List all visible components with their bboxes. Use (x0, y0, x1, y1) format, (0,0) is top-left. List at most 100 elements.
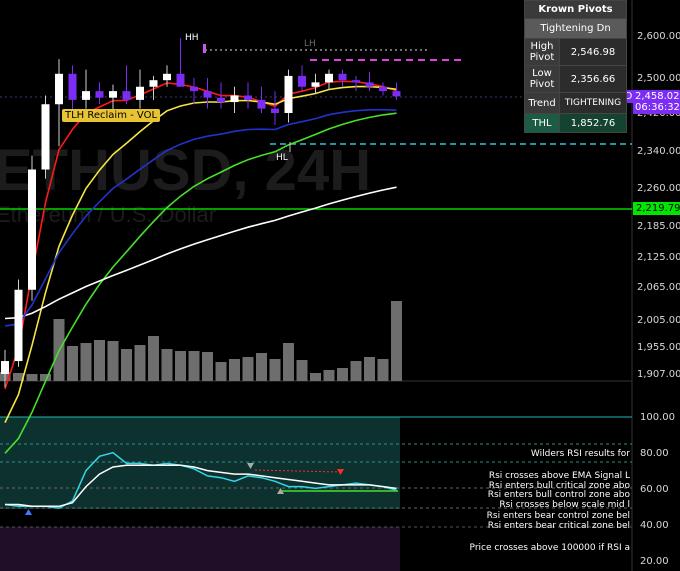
last-price-value: 2,458.02 (635, 91, 680, 102)
candle-body (122, 91, 131, 100)
candle-body (82, 91, 90, 100)
rsi-tick-label: 80.00 (640, 448, 669, 459)
price-tick-label: 2,600.00 (637, 31, 680, 42)
volume-bar (256, 353, 267, 381)
candle-body (271, 108, 279, 113)
volume-bar (148, 336, 159, 381)
candle-body (338, 73, 347, 81)
volume-bar (323, 370, 335, 381)
volume-bar (80, 343, 92, 381)
rsi-tick-label: 40.00 (640, 520, 669, 531)
price-tick-label: 2,005.00 (637, 315, 680, 326)
candle-body (230, 95, 239, 103)
candle-body (109, 91, 117, 98)
price-tick-label: 1,907.00 (637, 369, 680, 380)
candle-body (28, 169, 36, 290)
rsi-signal-up-icon (25, 509, 32, 515)
rsi-alert-label: Price crosses above 100000 if RSI a (470, 543, 630, 553)
volume-bar (107, 341, 119, 381)
volume-bar (94, 340, 105, 381)
candle-body (244, 95, 252, 100)
candle-body (1, 361, 9, 374)
price-tick-label: 2,125.00 (637, 252, 680, 263)
candle-body (14, 289, 23, 362)
rsi-alert-label: Rsi enters bear control zone bel (487, 511, 630, 521)
lh-label: LH (304, 39, 316, 49)
volume-bar (310, 373, 321, 381)
low-pivot-label: Low Pivot (524, 65, 560, 93)
candle-body (352, 80, 360, 83)
price-tick-label: 2,500.00 (637, 73, 680, 84)
rsi-alert-label: Rsi crosses below scale mid l (499, 500, 630, 510)
rsi-alert-label: Rsi crosses above EMA Signal L (489, 471, 630, 481)
candle-body (311, 82, 320, 87)
candle-body (284, 75, 293, 113)
rsi-alert-label: Wilders RSI results for (531, 449, 630, 459)
candle-body (68, 73, 77, 100)
hl-label: HL (276, 153, 288, 163)
volume-bars (0, 301, 402, 381)
price-tick-label: 2,065.00 (637, 282, 680, 293)
volume-bar (337, 368, 348, 381)
candle-body (203, 91, 212, 98)
rsi-alert-labels: Wilders RSI results for Rsi crosses above… (470, 449, 631, 553)
volume-bar (161, 349, 173, 381)
volume-bar (202, 352, 213, 381)
last-price-tag: 2,458.02 06:36:32 (633, 90, 680, 114)
hh-marker (203, 44, 206, 53)
rsi-bear-zone (0, 527, 400, 571)
candle-body (163, 73, 171, 81)
price-tick-label: 2,185.00 (637, 221, 680, 232)
volume-bar (215, 362, 227, 381)
volume-bar (229, 359, 240, 381)
volume-bar (296, 360, 308, 381)
high-pivot-value: 2,546.98 (559, 38, 627, 66)
volume-bar (67, 346, 78, 381)
volume-bar (377, 359, 389, 381)
price-tick-label: 2,260.00 (637, 183, 680, 194)
volume-bar (188, 351, 200, 381)
price-tick-label: 1,955.00 (637, 342, 680, 353)
bar-countdown: 06:36:32 (635, 102, 680, 113)
volume-bar (242, 357, 254, 381)
candle-body (379, 86, 387, 92)
krown-pivots-table: Krown Pivots Tightening Dn High Pivot 2,… (524, 0, 627, 133)
low-pivot-value: 2,356.66 (559, 65, 627, 93)
candle-body (298, 75, 306, 87)
volume-bar (175, 351, 186, 381)
price-tick-label: 2,340.00 (637, 146, 680, 157)
volume-bar (26, 374, 38, 381)
rsi-alert-label: Rsi enters bull control zone abo (488, 490, 631, 500)
candle-body (41, 104, 50, 170)
volume-bar (269, 359, 281, 381)
thl-value: 1,852.76 (559, 113, 627, 133)
rsi-tick-label: 100.00 (640, 412, 675, 423)
candle-body (149, 80, 158, 87)
candle-body (55, 73, 63, 105)
candle-body (136, 86, 144, 100)
candle-body (392, 91, 401, 97)
rsi-axis: 100.00 80.00 60.00 40.00 20.00 (640, 412, 675, 567)
rsi-bull-zone (0, 417, 400, 509)
volume-bar (283, 343, 294, 381)
rsi-alert-label: Rsi enters bear critical zone bel (488, 521, 630, 531)
hh-label: HH (185, 33, 199, 43)
candle-body (95, 91, 104, 98)
candle-body (176, 73, 185, 87)
candle-body (365, 82, 374, 87)
trend-label: Trend (524, 92, 560, 114)
pivots-status: Tightening Dn (524, 18, 627, 39)
rsi-tick-label: 60.00 (640, 484, 669, 495)
volume-bar (350, 361, 362, 381)
high-pivot-label: High Pivot (524, 38, 560, 66)
support-price-tag: 2,219.79 (633, 202, 680, 215)
volume-bar (121, 349, 132, 381)
candle-body (325, 73, 333, 83)
tlh-reclaim-label: TLH Reclaim - VOL (62, 109, 161, 122)
candle-body (257, 99, 266, 109)
thl-label: THL (524, 113, 560, 133)
candle-body (190, 86, 198, 92)
candle-body (217, 97, 225, 103)
volume-bar (391, 301, 402, 381)
trend-value: TIGHTENING (559, 92, 627, 114)
